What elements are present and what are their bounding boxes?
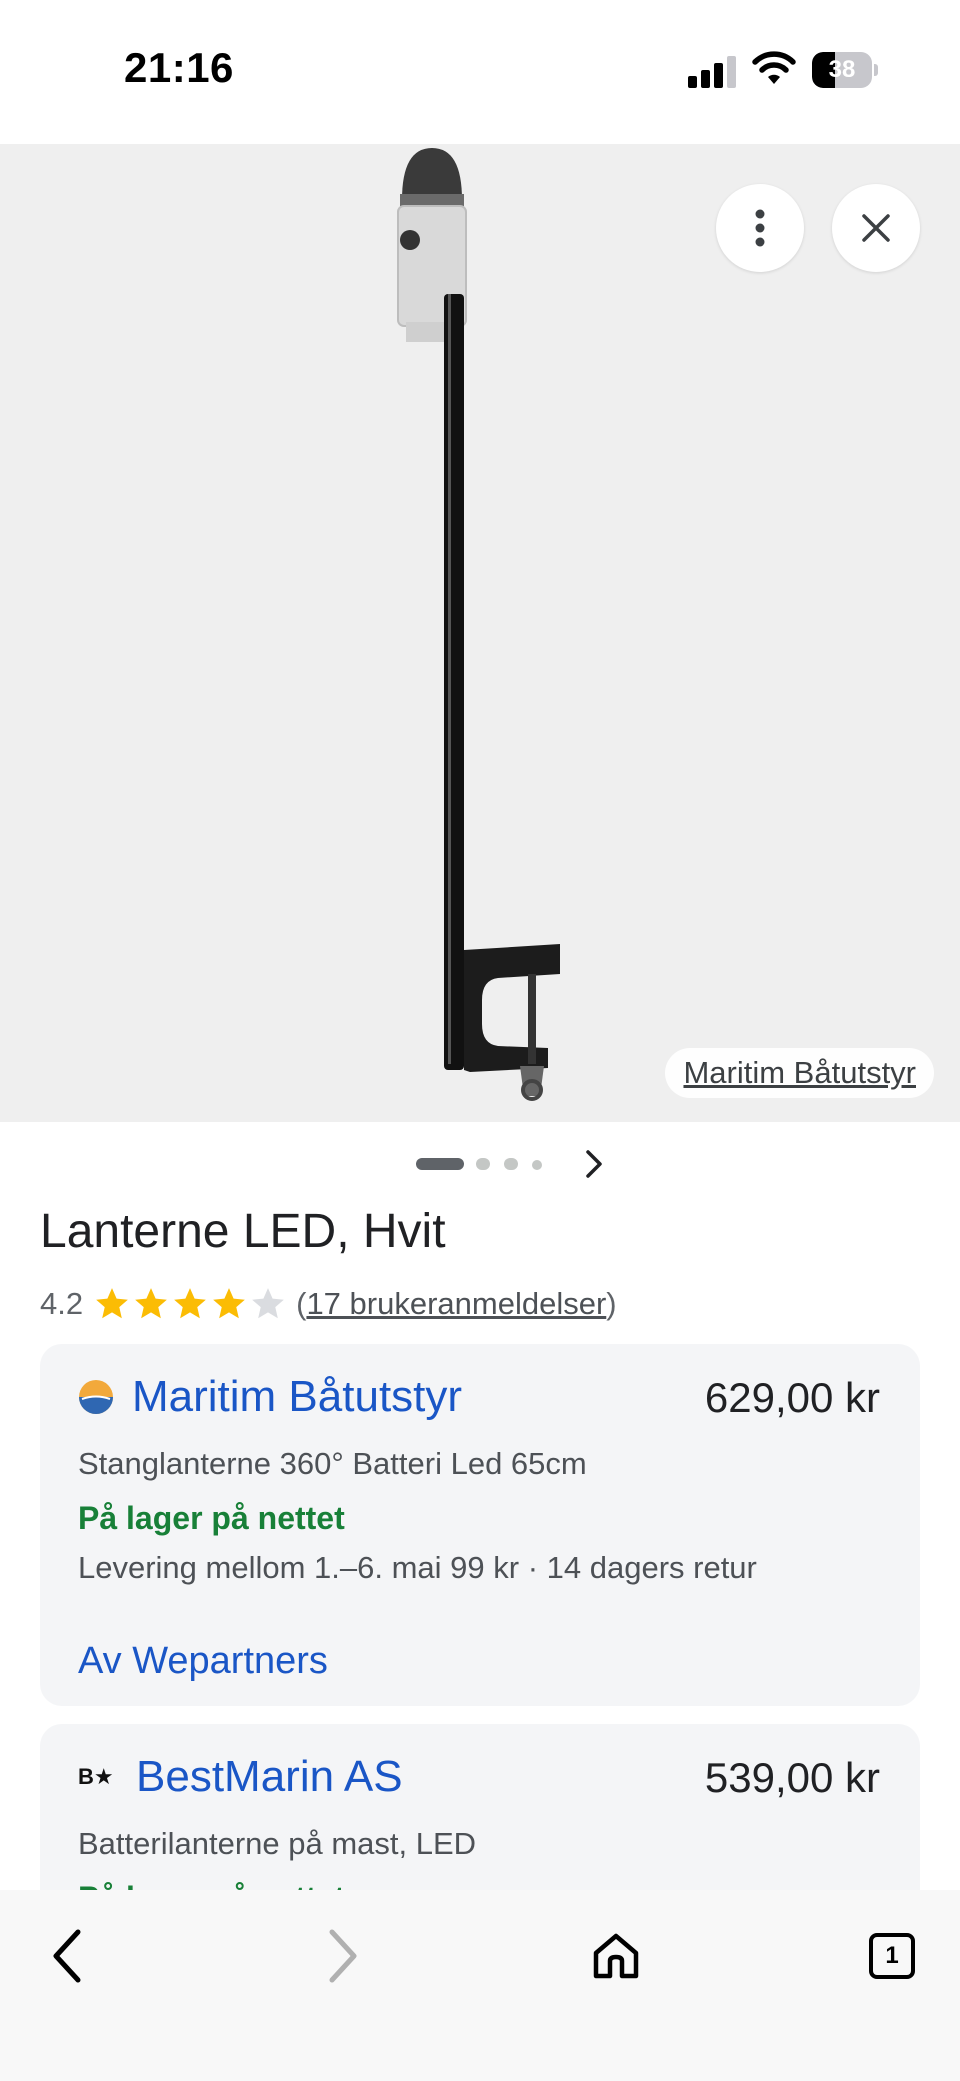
cellular-signal-icon <box>688 56 738 88</box>
rating-value: 4.2 <box>40 1286 84 1321</box>
product-image-viewer[interactable]: Maritim Båtutstyr <box>0 144 960 1122</box>
browser-toolbar: 1 <box>0 1890 960 2081</box>
star-icon <box>174 1288 206 1319</box>
offer-card[interactable]: Maritim Båtutstyr 629,00 kr Stanglantern… <box>40 1344 920 1706</box>
star-icon <box>96 1288 128 1319</box>
status-time: 21:16 <box>124 44 234 91</box>
more-options-button[interactable] <box>716 184 804 272</box>
offer-price: 629,00 kr <box>704 1374 880 1421</box>
product-image <box>397 148 560 1101</box>
product-title: Lanterne LED, Hvit <box>40 1205 446 1258</box>
carousel-dot[interactable] <box>416 1158 464 1170</box>
forward-button[interactable] <box>302 1916 382 1996</box>
back-icon <box>53 1929 81 1983</box>
merchant-name[interactable]: BestMarin AS <box>136 1752 403 1802</box>
reviews-link[interactable]: 17 brukeranmeldelser <box>306 1286 606 1322</box>
carousel-dot[interactable] <box>532 1160 542 1170</box>
more-vert-icon <box>755 209 765 247</box>
battery-icon: 38 <box>812 52 878 88</box>
home-button[interactable] <box>576 1916 656 1996</box>
offer-price: 539,00 kr <box>704 1754 880 1801</box>
delivery-info: Levering mellom 1.–6. mai 99 kr · 14 dag… <box>78 1550 757 1585</box>
partner-link[interactable]: Av Wepartners <box>78 1640 328 1683</box>
rating-row: 4.2 (17 brukeranmeldelser) <box>40 1282 617 1326</box>
home-icon <box>593 1933 639 1979</box>
carousel-dot[interactable] <box>504 1158 518 1170</box>
merchant[interactable]: B★ BestMarin AS <box>78 1752 403 1802</box>
reviews-open-paren: ( <box>296 1286 307 1321</box>
merchant-logo-icon <box>79 1380 113 1414</box>
image-carousel-indicator <box>0 1122 960 1198</box>
forward-icon <box>329 1929 357 1983</box>
tabs-icon: 1 <box>869 1933 915 1979</box>
back-button[interactable] <box>28 1916 108 1996</box>
rating-stars <box>93 1285 288 1323</box>
close-button[interactable] <box>832 184 920 272</box>
chevron-right-icon[interactable] <box>580 1148 608 1180</box>
stock-status: På lager på nettet <box>78 1500 345 1536</box>
offer-description: Batterilanterne på mast, LED <box>78 1826 477 1861</box>
star-icon <box>213 1288 245 1319</box>
wifi-icon <box>752 51 796 84</box>
carousel-dot[interactable] <box>476 1158 490 1170</box>
star-icon <box>135 1288 167 1319</box>
merchant-name[interactable]: Maritim Båtutstyr <box>132 1372 462 1422</box>
merchant-logo-icon: B★ <box>78 1764 114 1789</box>
offer-description: Stanglanterne 360° Batteri Led 65cm <box>78 1446 587 1481</box>
status-bar: 21:16 38 <box>0 0 960 144</box>
merchant[interactable]: Maritim Båtutstyr <box>78 1372 462 1422</box>
tabs-button[interactable]: 1 <box>852 1916 932 1996</box>
battery-level: 38 <box>828 56 856 83</box>
reviews-close-paren: ) <box>606 1286 617 1321</box>
close-icon <box>862 214 890 242</box>
image-source-link[interactable]: Maritim Båtutstyr <box>665 1048 934 1098</box>
star-empty-icon <box>252 1288 284 1319</box>
